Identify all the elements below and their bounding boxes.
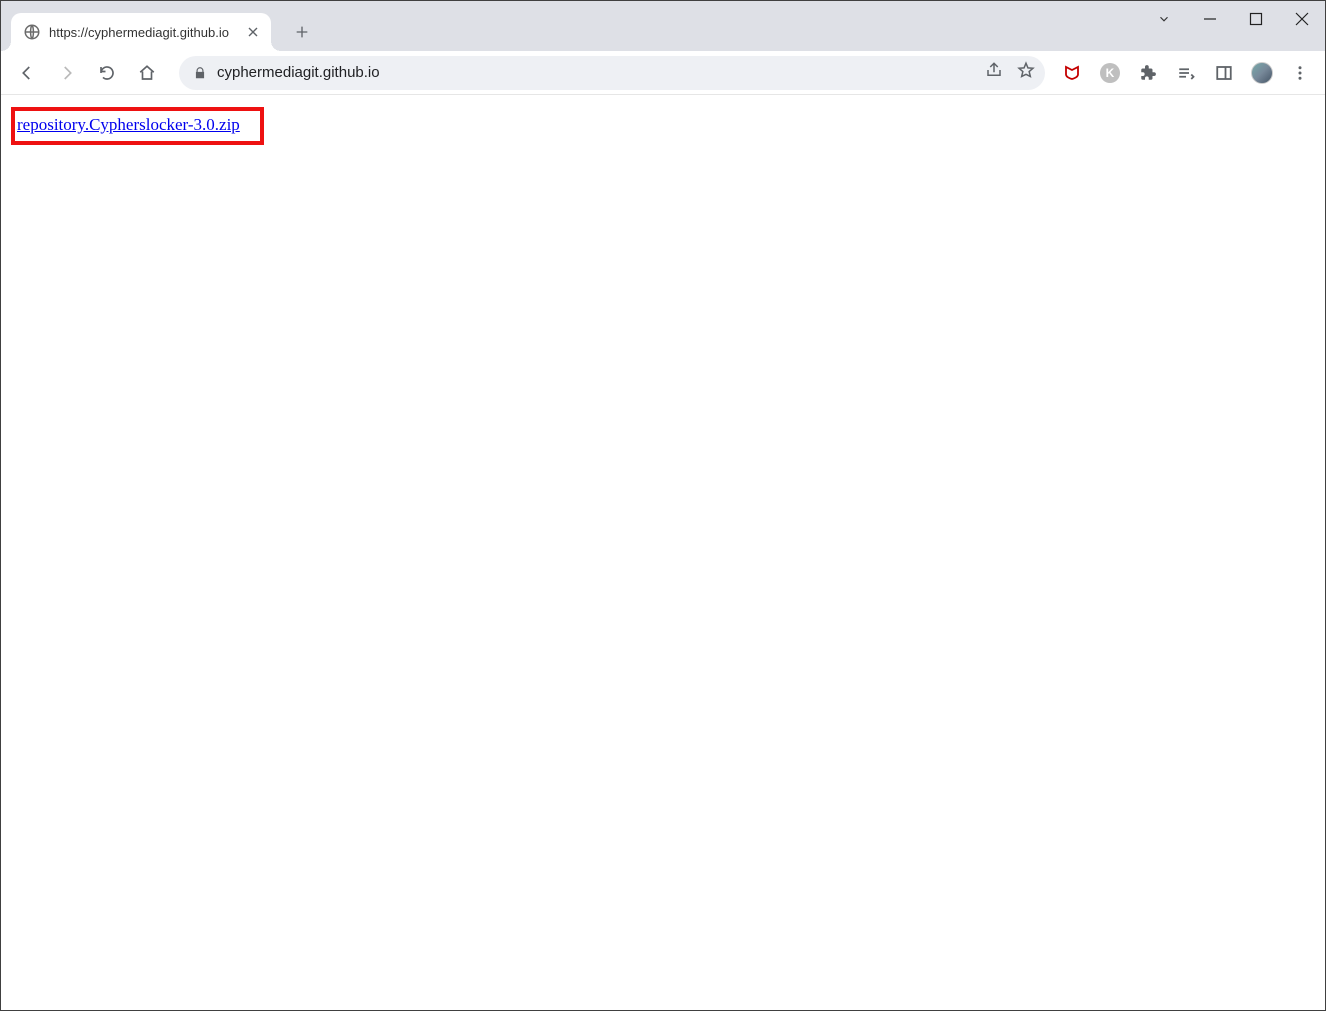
active-tab[interactable]: https://cyphermediagit.github.io — [11, 13, 271, 51]
extensions-puzzle-icon[interactable] — [1131, 56, 1165, 90]
address-bar[interactable]: cyphermediagit.github.io — [179, 56, 1045, 90]
lock-icon — [193, 66, 207, 80]
omnibox-right-icons — [985, 61, 1035, 84]
back-button[interactable] — [9, 55, 45, 91]
toolbar: cyphermediagit.github.io K — [1, 51, 1325, 95]
close-tab-button[interactable] — [245, 24, 261, 40]
mcafee-extension-icon[interactable] — [1055, 56, 1089, 90]
download-zip-link[interactable]: repository.Cypherslocker-3.0.zip — [17, 115, 240, 134]
forward-button[interactable] — [49, 55, 85, 91]
search-tabs-button[interactable] — [1141, 1, 1187, 37]
side-panel-icon[interactable] — [1207, 56, 1241, 90]
profile-avatar[interactable] — [1245, 56, 1279, 90]
k-badge: K — [1100, 63, 1120, 83]
new-tab-button[interactable] — [285, 15, 319, 49]
tab-title: https://cyphermediagit.github.io — [49, 25, 237, 40]
url-text: cyphermediagit.github.io — [217, 64, 975, 81]
chrome-menu-button[interactable] — [1283, 56, 1317, 90]
avatar-icon — [1251, 62, 1273, 84]
globe-icon — [23, 23, 41, 41]
close-window-button[interactable] — [1279, 1, 1325, 37]
window-controls — [1141, 1, 1325, 37]
maximize-button[interactable] — [1233, 1, 1279, 37]
page-body: repository.Cypherslocker-3.0.zip — [1, 95, 1325, 1010]
reload-button[interactable] — [89, 55, 125, 91]
tab-row: https://cyphermediagit.github.io — [1, 1, 319, 51]
bookmark-star-icon[interactable] — [1017, 61, 1035, 84]
share-icon[interactable] — [985, 61, 1003, 84]
minimize-button[interactable] — [1187, 1, 1233, 37]
annotation-highlight-box: repository.Cypherslocker-3.0.zip — [11, 107, 264, 145]
titlebar: https://cyphermediagit.github.io — [1, 1, 1325, 51]
k-extension-icon[interactable]: K — [1093, 56, 1127, 90]
home-button[interactable] — [129, 55, 165, 91]
media-control-icon[interactable] — [1169, 56, 1203, 90]
